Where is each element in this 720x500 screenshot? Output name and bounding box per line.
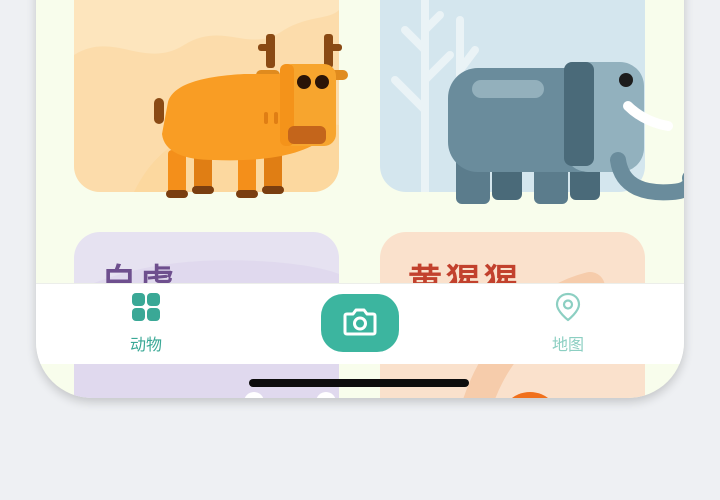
bottom-tab-bar: 动物 地图: [36, 283, 684, 364]
location-pin-icon: [555, 292, 581, 322]
camera-icon: [343, 308, 377, 336]
tab-animals[interactable]: 动物: [76, 284, 216, 364]
tab-map-label: 地图: [551, 335, 584, 354]
home-indicator[interactable]: [249, 379, 469, 387]
phone-screen: 白虎 黄猩猩 动物 地图: [36, 0, 684, 398]
tab-animals-label: 动物: [129, 335, 162, 354]
grid-icon: [132, 293, 160, 321]
camera-button[interactable]: [321, 294, 399, 352]
elephant-illustration: [448, 62, 684, 204]
tab-map[interactable]: 地图: [498, 284, 638, 364]
ox-illustration: [154, 34, 348, 198]
